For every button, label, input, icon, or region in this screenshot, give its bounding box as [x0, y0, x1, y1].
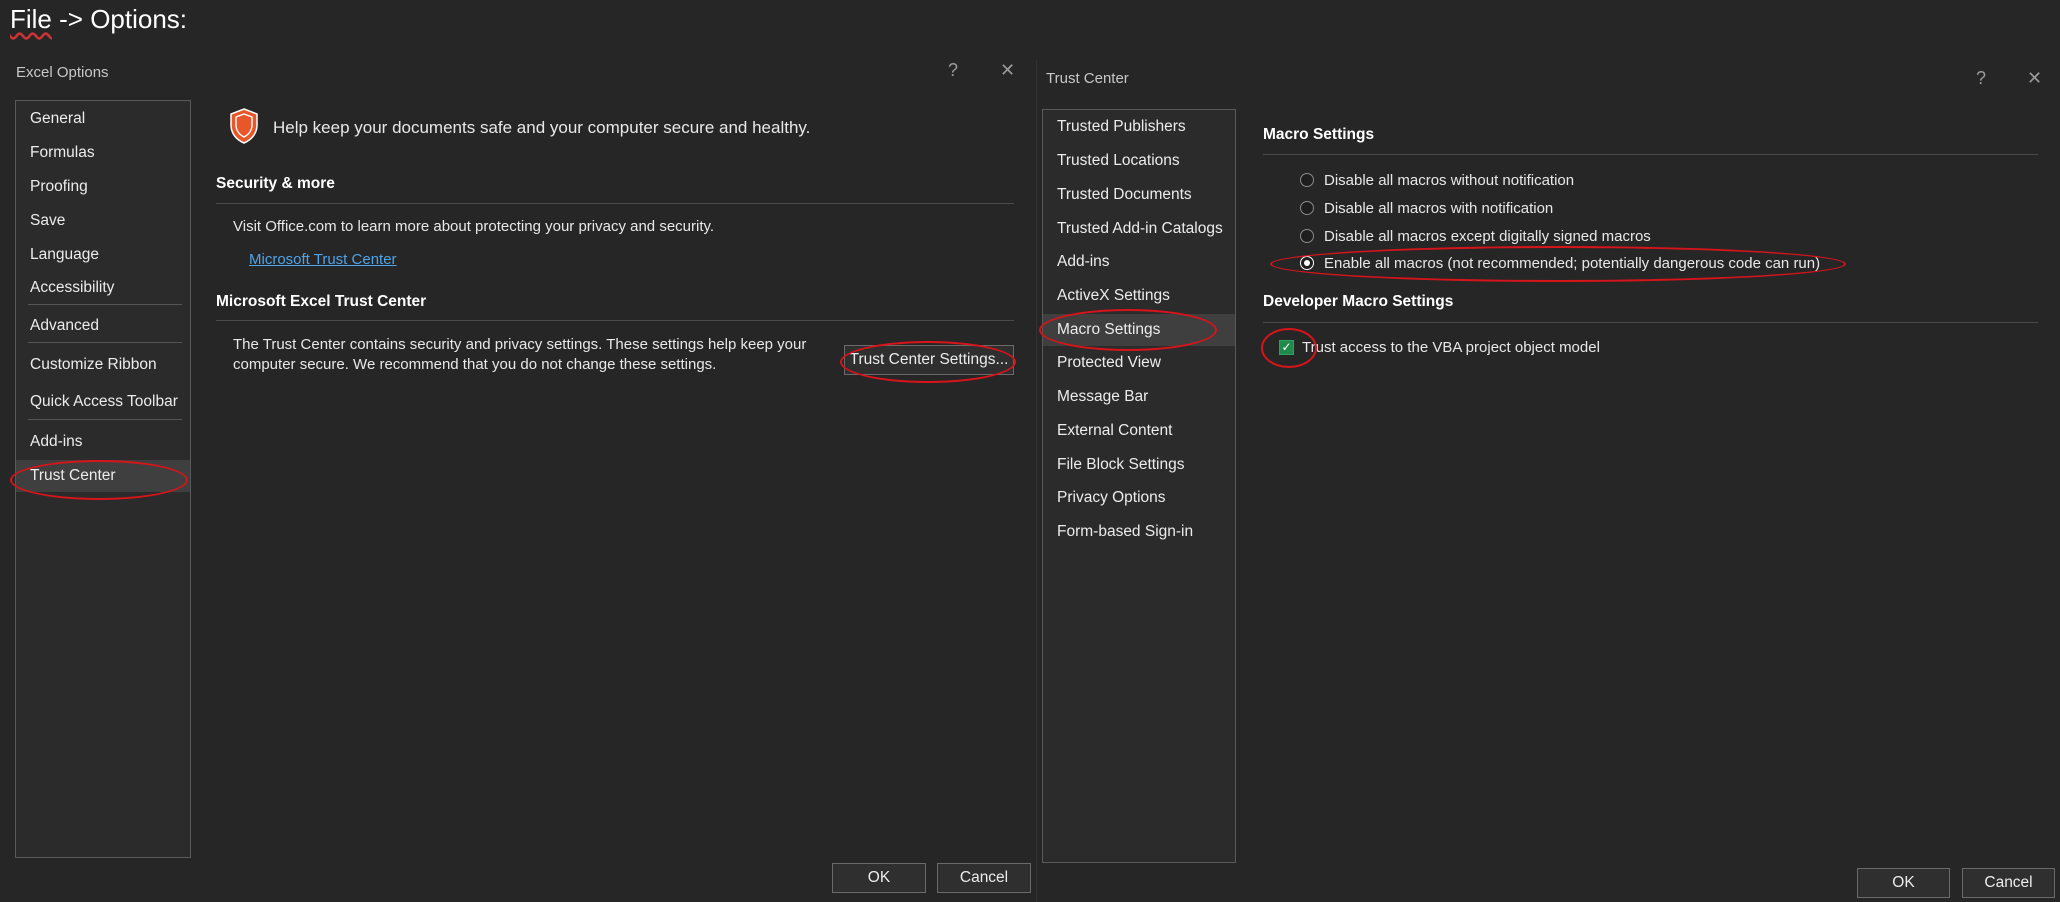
radio-button[interactable] [1300, 229, 1314, 243]
sidebar-item-proofing[interactable]: Proofing [16, 171, 190, 203]
close-icon[interactable]: ✕ [1000, 60, 1015, 81]
sidebar-item-protected-view[interactable]: Protected View [1043, 347, 1235, 379]
sidebar-item-file-block-settings[interactable]: File Block Settings [1043, 449, 1235, 481]
checkmark-icon[interactable]: ✓ [1279, 339, 1294, 355]
sidebar-item-form-based-sign-in[interactable]: Form-based Sign-in [1043, 516, 1235, 548]
radio-label: Disable all macros except digitally sign… [1324, 227, 1651, 245]
sidebar-item-language[interactable]: Language [16, 239, 190, 271]
sidebar-item-accessibility[interactable]: Accessibility [16, 272, 190, 304]
radio-disable-except-signed[interactable]: Disable all macros except digitally sign… [1300, 225, 1651, 247]
caption-rest: -> Options: [51, 4, 188, 34]
shield-icon [229, 108, 259, 144]
trust-center-description-line2: computer secure. We recommend that you d… [233, 356, 717, 373]
caption-file-word: File [10, 4, 52, 34]
instruction-caption: File -> Options: [10, 4, 187, 35]
ok-button[interactable]: OK [832, 863, 926, 893]
sidebar-item-general[interactable]: General [16, 103, 190, 135]
sidebar-divider [28, 419, 182, 420]
radio-disable-with-notification[interactable]: Disable all macros with notification [1300, 197, 1553, 219]
sidebar-item-trusted-documents[interactable]: Trusted Documents [1043, 179, 1235, 211]
options-sidebar: General Formulas Proofing Save Language … [15, 100, 191, 858]
security-headline: Help keep your documents safe and your c… [273, 118, 811, 137]
sidebar-item-trusted-add-in-catalogs[interactable]: Trusted Add-in Catalogs [1043, 213, 1235, 245]
section-rule [216, 320, 1014, 321]
sidebar-item-activex-settings[interactable]: ActiveX Settings [1043, 280, 1235, 312]
radio-label: Enable all macros (not recommended; pote… [1324, 254, 1821, 272]
macro-settings-heading: Macro Settings [1263, 126, 1375, 143]
sidebar-item-quick-access-toolbar[interactable]: Quick Access Toolbar [16, 386, 190, 418]
sidebar-item-external-content[interactable]: External Content [1043, 415, 1235, 447]
sidebar-item-customize-ribbon[interactable]: Customize Ribbon [16, 349, 190, 381]
sidebar-item-privacy-options[interactable]: Privacy Options [1043, 482, 1235, 514]
ok-button[interactable]: OK [1857, 868, 1950, 898]
radio-label: Disable all macros with notification [1324, 199, 1554, 217]
help-icon[interactable]: ? [948, 60, 958, 81]
sidebar-divider [28, 342, 182, 343]
trust-center-description-line1: The Trust Center contains security and p… [233, 336, 807, 353]
sidebar-item-trusted-locations[interactable]: Trusted Locations [1043, 145, 1235, 177]
vba-trust-checkbox-row[interactable]: ✓ Trust access to the VBA project object… [1279, 336, 1600, 358]
radio-button[interactable] [1300, 173, 1314, 187]
sidebar-item-trusted-publishers[interactable]: Trusted Publishers [1043, 111, 1235, 143]
close-icon[interactable]: ✕ [2027, 68, 2042, 89]
vba-trust-label: Trust access to the VBA project object m… [1302, 338, 1600, 356]
cancel-button[interactable]: Cancel [1962, 868, 2055, 898]
section-rule [1263, 154, 2038, 155]
section-rule [1263, 322, 2038, 323]
sidebar-item-message-bar[interactable]: Message Bar [1043, 381, 1235, 413]
trust-center-title: Trust Center [1046, 70, 1129, 87]
radio-button[interactable] [1300, 201, 1314, 215]
excel-options-title: Excel Options [16, 64, 109, 81]
sidebar-item-save[interactable]: Save [16, 205, 190, 237]
cancel-button[interactable]: Cancel [937, 863, 1031, 893]
sidebar-item-add-ins[interactable]: Add-ins [16, 426, 190, 458]
help-icon[interactable]: ? [1976, 68, 1986, 89]
section-rule [216, 203, 1014, 204]
microsoft-trust-center-link[interactable]: Microsoft Trust Center [249, 251, 397, 268]
radio-label: Disable all macros without notification [1324, 171, 1575, 189]
section-excel-trust-center: Microsoft Excel Trust Center [216, 293, 427, 310]
security-description: Visit Office.com to learn more about pro… [233, 218, 715, 235]
sidebar-item-macro-settings[interactable]: Macro Settings [1043, 314, 1235, 346]
sidebar-item-formulas[interactable]: Formulas [16, 137, 190, 169]
sidebar-divider [28, 304, 182, 305]
sidebar-item-add-ins[interactable]: Add-ins [1043, 246, 1235, 278]
sidebar-item-advanced[interactable]: Advanced [16, 310, 190, 342]
radio-button-selected[interactable] [1300, 256, 1314, 270]
radio-disable-without-notification[interactable]: Disable all macros without notification [1300, 169, 1574, 191]
developer-macro-settings-heading: Developer Macro Settings [1263, 293, 1454, 310]
trust-center-settings-button[interactable]: Trust Center Settings... [844, 345, 1014, 375]
section-security-more: Security & more [216, 175, 335, 192]
sidebar-item-trust-center[interactable]: Trust Center [16, 460, 190, 492]
trust-center-sidebar: Trusted Publishers Trusted Locations Tru… [1042, 109, 1236, 863]
radio-enable-all-macros[interactable]: Enable all macros (not recommended; pote… [1300, 252, 1820, 274]
